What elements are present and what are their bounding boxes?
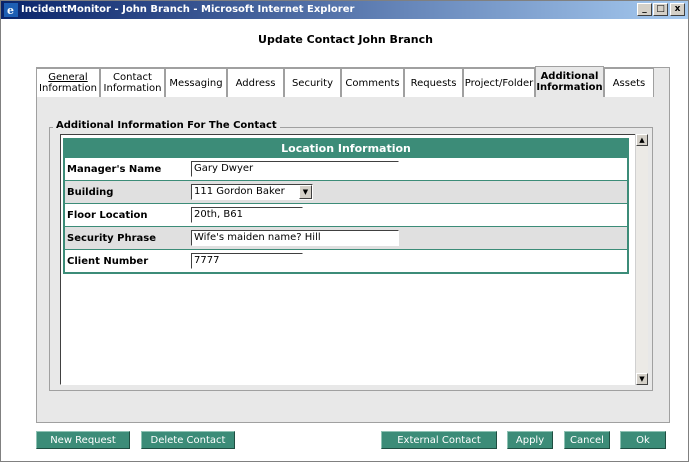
table-row: Security Phrase Wife's maiden name? Hill — [65, 226, 627, 249]
browser-window: e IncidentMonitor - John Branch - Micros… — [0, 0, 689, 462]
floor-location-input[interactable]: 20th, B61 — [191, 207, 303, 223]
tab-label: Information — [103, 83, 162, 94]
client-number-input[interactable]: 7777 — [191, 253, 303, 269]
tab-bar: General Information Contact Information Me… — [36, 66, 654, 97]
tab-address[interactable]: Address — [227, 68, 284, 97]
group-title: Additional Information For The Contact — [53, 120, 280, 131]
close-button[interactable]: x — [670, 3, 685, 16]
table-row: Client Number 7777 — [65, 249, 627, 272]
page-title: Update Contact John Branch — [258, 33, 433, 46]
tab-label: Information — [536, 82, 603, 93]
field-label: Floor Location — [67, 209, 148, 221]
tab-requests[interactable]: Requests — [404, 68, 463, 97]
tab-comments[interactable]: Comments — [341, 68, 404, 97]
tab-label: Comments — [345, 77, 400, 89]
table-row: Floor Location 20th, B61 — [65, 203, 627, 226]
external-contact-button[interactable]: External Contact — [381, 431, 497, 449]
delete-contact-button[interactable]: Delete Contact — [141, 431, 235, 449]
tab-label: Requests — [410, 77, 457, 89]
field-label: Client Number — [67, 255, 149, 267]
window-controls: _ □ x — [636, 3, 685, 16]
field-label: Building — [67, 186, 114, 198]
table-row: Manager's Name Gary Dwyer — [65, 157, 627, 180]
minimize-button[interactable]: _ — [637, 3, 652, 16]
vertical-scrollbar[interactable]: ▲ ▼ — [635, 134, 648, 385]
tab-project-folder[interactable]: Project/Folder — [463, 68, 535, 97]
cancel-button[interactable]: Cancel — [564, 431, 610, 449]
field-label: Security Phrase — [67, 232, 157, 244]
tab-label: Messaging — [169, 77, 223, 89]
tab-label: General — [48, 72, 88, 83]
security-phrase-input[interactable]: Wife's maiden name? Hill — [191, 230, 399, 246]
tab-label: Information — [39, 83, 97, 94]
scroll-up-icon[interactable]: ▲ — [636, 134, 648, 146]
ie-icon: e — [4, 3, 18, 17]
tab-general-information[interactable]: General Information — [36, 68, 100, 97]
apply-button[interactable]: Apply — [507, 431, 553, 449]
tab-label: Address — [235, 77, 276, 89]
tab-label: Additional — [540, 71, 599, 82]
tab-label: Contact — [113, 72, 152, 83]
new-request-button[interactable]: New Request — [36, 431, 130, 449]
maximize-button[interactable]: □ — [653, 3, 668, 16]
building-select[interactable]: 111 Gordon Baker ▼ — [191, 184, 313, 200]
svg-text:e: e — [7, 4, 14, 17]
tab-additional-information[interactable]: Additional Information — [535, 66, 604, 97]
table-row: Building 111 Gordon Baker ▼ — [65, 180, 627, 203]
field-label: Manager's Name — [67, 163, 162, 175]
tab-security[interactable]: Security — [284, 68, 341, 97]
tab-label: Assets — [612, 77, 646, 89]
tab-label: Project/Folder — [464, 77, 534, 89]
scroll-down-icon[interactable]: ▼ — [636, 373, 648, 385]
location-table: Location Information Manager's Name Gary… — [63, 138, 629, 274]
title-bar[interactable]: e IncidentMonitor - John Branch - Micros… — [1, 1, 688, 19]
chevron-down-icon[interactable]: ▼ — [299, 185, 312, 199]
ok-button[interactable]: Ok — [620, 431, 666, 449]
tab-contact-information[interactable]: Contact Information — [100, 68, 165, 97]
tab-messaging[interactable]: Messaging — [165, 68, 227, 97]
table-header: Location Information — [65, 140, 627, 157]
building-selected-value: 111 Gordon Baker — [194, 186, 285, 197]
tab-assets[interactable]: Assets — [604, 68, 654, 97]
window-title: IncidentMonitor - John Branch - Microsof… — [21, 4, 355, 15]
managers-name-input[interactable]: Gary Dwyer — [191, 161, 399, 177]
tab-label: Security — [291, 77, 334, 89]
